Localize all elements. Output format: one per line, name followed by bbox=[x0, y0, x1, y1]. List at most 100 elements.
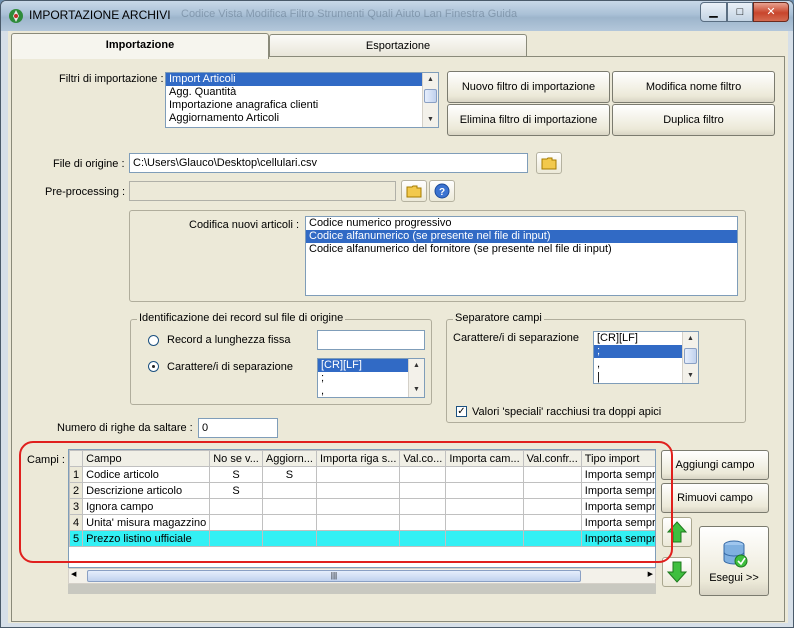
cell-nosev[interactable] bbox=[209, 530, 263, 547]
duplicate-filter-button[interactable]: Duplica filtro bbox=[612, 104, 775, 136]
remove-field-button[interactable]: Rimuovi campo bbox=[661, 483, 769, 513]
list-item[interactable]: Codice numerico progressivo bbox=[306, 217, 737, 230]
cell-importa-cam[interactable] bbox=[445, 466, 524, 483]
scroll-up-icon[interactable]: ▲ bbox=[683, 332, 698, 346]
table-row[interactable]: 4 Unita' misura magazzino Importa sempre bbox=[69, 514, 655, 531]
list-item[interactable]: Aggiornamento Articoli bbox=[166, 112, 438, 125]
column-header[interactable]: Tipo import bbox=[580, 450, 655, 467]
column-header[interactable]: Val.co... bbox=[399, 450, 447, 467]
new-filter-button[interactable]: Nuovo filtro di importazione bbox=[447, 71, 610, 103]
rename-filter-button[interactable]: Modifica nome filtro bbox=[612, 71, 775, 103]
close-button[interactable]: ✕ bbox=[753, 2, 789, 22]
cell-importa-riga[interactable] bbox=[315, 466, 401, 483]
cell-importa-cam[interactable] bbox=[445, 498, 524, 515]
cell-valconfr[interactable] bbox=[522, 498, 582, 515]
cell-aggiorn[interactable] bbox=[261, 514, 317, 531]
list-item[interactable]: Agg. Quantità bbox=[166, 86, 438, 99]
filters-scrollbar[interactable]: ▲ ▼ bbox=[422, 73, 438, 127]
special-values-checkbox[interactable]: ✓ bbox=[456, 406, 467, 417]
cell-importa-riga[interactable] bbox=[315, 482, 401, 499]
table-row[interactable]: 3 Ignora campo Importa sempre bbox=[69, 498, 655, 515]
table-row-selected[interactable]: 5 Prezzo listino ufficiale Importa sempr… bbox=[69, 530, 655, 547]
scroll-thumb[interactable] bbox=[684, 348, 697, 364]
column-header[interactable]: No se v... bbox=[209, 450, 263, 467]
cell-valco[interactable] bbox=[399, 498, 447, 515]
cell-aggiorn[interactable] bbox=[261, 482, 317, 499]
list-item[interactable]: Import Articoli bbox=[166, 73, 438, 86]
table-row[interactable]: 2 Descrizione articolo S Importa sempre bbox=[69, 482, 655, 499]
cell-valconfr[interactable] bbox=[522, 482, 582, 499]
grid-hscrollbar[interactable]: ◀ ||| ▶ bbox=[68, 568, 656, 584]
browse-preprocessing-button[interactable] bbox=[401, 180, 427, 202]
fields-grid[interactable]: Campo No se v... Aggiorn... Importa riga… bbox=[68, 449, 656, 568]
cell-nosev[interactable]: S bbox=[209, 482, 263, 499]
cell-importa-cam[interactable] bbox=[445, 482, 524, 499]
cell-tipo[interactable]: Importa sempre bbox=[580, 530, 655, 547]
cell-tipo[interactable]: Importa sempre bbox=[580, 498, 655, 515]
scroll-left-icon[interactable]: ◀ bbox=[71, 570, 76, 578]
encoding-list[interactable]: Codice numerico progressivo Codice alfan… bbox=[305, 216, 738, 296]
cell-valco[interactable] bbox=[399, 530, 447, 547]
table-row[interactable]: 1 Codice articolo S S Importa sempre bbox=[69, 466, 655, 483]
add-field-button[interactable]: Aggiungi campo bbox=[661, 450, 769, 480]
scroll-down-icon[interactable]: ▼ bbox=[409, 383, 424, 397]
run-button[interactable]: Esegui >> bbox=[699, 526, 769, 596]
scroll-right-icon[interactable]: ▶ bbox=[648, 570, 653, 578]
column-header[interactable]: Importa riga s... bbox=[315, 450, 401, 467]
list-item[interactable]: Importazione anagrafica clienti bbox=[166, 99, 438, 112]
cell-tipo[interactable]: Importa sempre bbox=[580, 466, 655, 483]
help-button[interactable]: ? bbox=[429, 180, 455, 202]
preprocessing-input[interactable] bbox=[129, 181, 396, 201]
cell-valco[interactable] bbox=[399, 514, 447, 531]
tab-importazione[interactable]: Importazione bbox=[11, 33, 269, 59]
cell-valco[interactable] bbox=[399, 466, 447, 483]
filters-list[interactable]: Import Articoli Agg. Quantità Importazio… bbox=[165, 72, 439, 128]
list-item[interactable]: Codice alfanumerico (se presente nel fil… bbox=[306, 230, 737, 243]
cell-campo[interactable]: Descrizione articolo bbox=[82, 482, 211, 499]
record-separator-scrollbar[interactable]: ▲ ▼ bbox=[408, 359, 424, 397]
cell-aggiorn[interactable] bbox=[261, 498, 317, 515]
scroll-up-icon[interactable]: ▲ bbox=[409, 359, 424, 373]
field-separator-list[interactable]: [CR][LF] ; , | ▲ ▼ bbox=[593, 331, 699, 384]
scroll-thumb[interactable] bbox=[424, 89, 437, 103]
tab-esportazione[interactable]: Esportazione bbox=[269, 34, 527, 58]
maximize-button[interactable]: □ bbox=[727, 2, 753, 22]
scroll-thumb[interactable]: ||| bbox=[87, 570, 581, 582]
scroll-up-icon[interactable]: ▲ bbox=[423, 73, 438, 87]
cell-tipo[interactable]: Importa sempre bbox=[580, 482, 655, 499]
cell-valconfr[interactable] bbox=[522, 530, 582, 547]
delete-filter-button[interactable]: Elimina filtro di importazione bbox=[447, 104, 610, 136]
title-bar[interactable]: Codice Vista Modifica Filtro Strumenti Q… bbox=[1, 1, 793, 31]
scroll-down-icon[interactable]: ▼ bbox=[683, 369, 698, 383]
cell-importa-cam[interactable] bbox=[445, 530, 524, 547]
radio-fixed-length[interactable] bbox=[148, 335, 159, 346]
column-header[interactable]: Val.confr... bbox=[522, 450, 582, 467]
source-file-input[interactable]: C:\Users\Glauco\Desktop\cellulari.csv bbox=[129, 153, 528, 173]
browse-file-button[interactable] bbox=[536, 152, 562, 174]
cell-tipo[interactable]: Importa sempre bbox=[580, 514, 655, 531]
radio-separator[interactable] bbox=[148, 361, 159, 372]
column-header[interactable]: Importa cam... bbox=[445, 450, 524, 467]
column-header[interactable]: Campo bbox=[82, 450, 211, 467]
minimize-button[interactable]: ▁ bbox=[700, 2, 727, 22]
record-separator-list[interactable]: [CR][LF] ; , ▲ ▼ bbox=[317, 358, 425, 398]
list-item[interactable]: Codice alfanumerico del fornitore (se pr… bbox=[306, 243, 737, 256]
cell-campo[interactable]: Prezzo listino ufficiale bbox=[82, 530, 211, 547]
cell-campo[interactable]: Unita' misura magazzino bbox=[82, 514, 211, 531]
cell-nosev[interactable] bbox=[209, 514, 263, 531]
move-down-button[interactable] bbox=[662, 557, 692, 587]
field-separator-scrollbar[interactable]: ▲ ▼ bbox=[682, 332, 698, 383]
cell-importa-riga[interactable] bbox=[315, 498, 401, 515]
cell-importa-riga[interactable] bbox=[315, 530, 401, 547]
scroll-down-icon[interactable]: ▼ bbox=[423, 113, 438, 127]
move-up-button[interactable] bbox=[662, 517, 692, 547]
column-header[interactable]: Aggiorn... bbox=[261, 450, 317, 467]
fixed-length-input[interactable] bbox=[317, 330, 425, 350]
cell-valconfr[interactable] bbox=[522, 466, 582, 483]
cell-nosev[interactable]: S bbox=[209, 466, 263, 483]
skip-rows-input[interactable]: 0 bbox=[198, 418, 278, 438]
cell-campo[interactable]: Ignora campo bbox=[82, 498, 211, 515]
cell-importa-cam[interactable] bbox=[445, 514, 524, 531]
cell-aggiorn[interactable] bbox=[261, 530, 317, 547]
cell-importa-riga[interactable] bbox=[315, 514, 401, 531]
